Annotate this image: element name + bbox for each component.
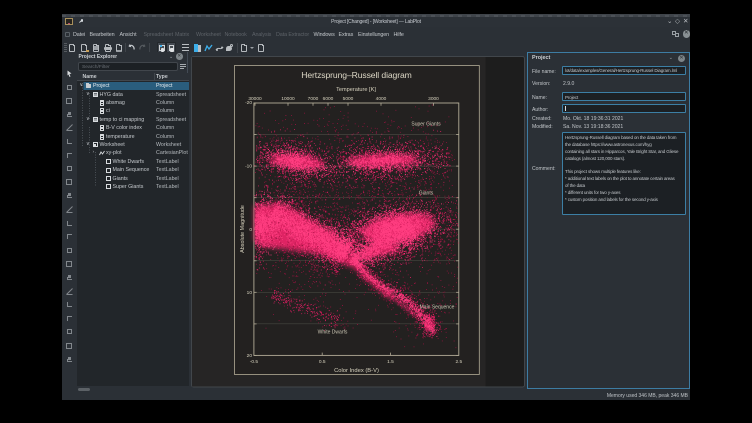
svg-text:4000: 4000 [375, 96, 386, 102]
svg-text:6000: 6000 [322, 96, 333, 102]
svg-text:Hertzsprung–Russell diagram: Hertzsprung–Russell diagram [301, 70, 412, 80]
svg-text:White Dwarfs: White Dwarfs [317, 330, 347, 336]
svg-text:Absolute Magnitude: Absolute Magnitude [240, 205, 246, 253]
svg-text:2.5: 2.5 [455, 359, 462, 365]
svg-text:10: 10 [246, 290, 252, 296]
svg-text:-10: -10 [245, 164, 252, 170]
svg-text:0: 0 [249, 227, 252, 233]
svg-text:Giants: Giants [418, 191, 433, 197]
svg-text:Temperature [K]: Temperature [K] [336, 87, 376, 93]
svg-text:10000: 10000 [281, 96, 295, 102]
svg-text:0.5: 0.5 [318, 359, 325, 365]
svg-text:1.5: 1.5 [387, 359, 394, 365]
svg-text:Super Giants: Super Giants [411, 122, 441, 128]
svg-text:Color Index (B-V): Color Index (B-V) [334, 368, 379, 374]
svg-text:Main Sequence: Main Sequence [419, 305, 454, 311]
svg-text:20: 20 [246, 353, 252, 359]
svg-text:3000: 3000 [428, 96, 439, 102]
svg-text:-0.5: -0.5 [249, 359, 258, 365]
svg-text:-20: -20 [245, 100, 252, 106]
svg-text:5000: 5000 [342, 96, 353, 102]
svg-text:7000: 7000 [307, 96, 318, 102]
